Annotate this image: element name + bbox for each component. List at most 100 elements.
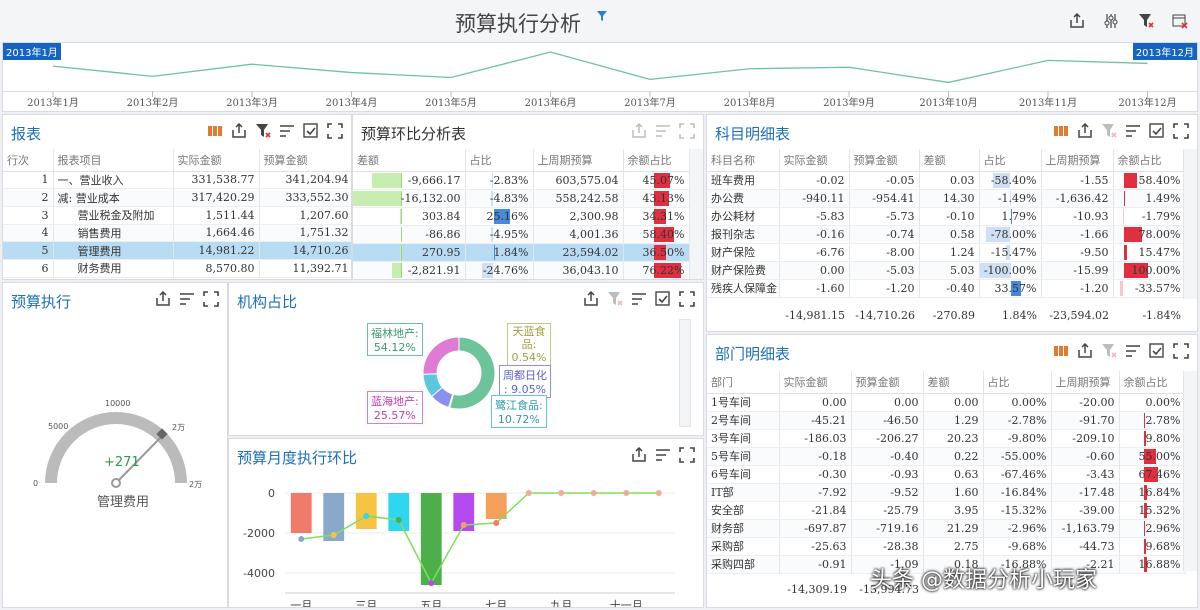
org-donut-chart <box>422 336 496 410</box>
text-filter-icon[interactable] <box>655 123 671 139</box>
column-header[interactable]: 报表项目 <box>53 149 174 172</box>
clear-filter-icon[interactable] <box>1138 13 1154 29</box>
check-icon[interactable] <box>1149 123 1165 139</box>
table-row[interactable]: 303.84 25.16% 2,300.98 34.31% <box>353 207 690 226</box>
clear-filter-icon[interactable] <box>1101 343 1117 359</box>
timeline-trend-line <box>52 51 1148 84</box>
column-header[interactable]: 实际金额 <box>779 149 850 172</box>
trend-point <box>363 513 370 519</box>
table-row[interactable]: 5号车间 -0.18 -0.40 0.22 -55.00% -0.60 55.00% <box>707 447 1186 466</box>
table-row[interactable]: 报刊杂志 -0.16 -0.74 0.58 -78.00% -1.66 78.00% <box>707 225 1186 244</box>
table-row[interactable]: IT部 -7.92 -9.52 1.60 -16.84% -17.48 16.84% <box>707 483 1186 502</box>
column-header[interactable]: 差额 <box>919 149 980 172</box>
check-icon[interactable] <box>303 123 319 139</box>
timeline-slider[interactable]: 2013年1月 2013年2月 2013年3月 2013年4月 2013年5月 2013年… <box>2 42 1198 112</box>
column-header[interactable]: 预算金额 <box>259 149 351 172</box>
table-row-selected[interactable]: 5 管理费用 14,981.22 14,710.26 <box>3 241 351 260</box>
export-icon[interactable] <box>1077 123 1093 139</box>
table-row[interactable]: -86.86 -4.95% 4,001.36 58.40% <box>353 225 690 244</box>
bar <box>388 493 410 531</box>
table-row[interactable]: 6 财务费用 8,570.80 11,392.71 <box>3 259 351 278</box>
column-header[interactable]: 预算金额 <box>849 149 920 172</box>
text-filter-icon[interactable] <box>1125 123 1141 139</box>
timeline-end-handle[interactable]: 2013年12月 <box>1132 43 1197 60</box>
check-icon[interactable] <box>1149 343 1165 359</box>
bar <box>485 493 507 519</box>
timeline-month-label: 2013年4月 <box>326 96 378 109</box>
fullscreen-icon[interactable] <box>1173 343 1189 359</box>
table-row[interactable]: -16,132.00 -4.83% 558,242.58 43.13% <box>353 189 690 208</box>
trend-point <box>623 490 630 496</box>
table-row[interactable]: 班车费用 -0.02 -0.05 0.03 -58.40% -1.55 58.40% <box>707 171 1186 190</box>
dept-title: 部门明细表 <box>715 345 791 363</box>
column-settings-icon[interactable] <box>1053 123 1069 139</box>
text-filter-icon[interactable] <box>279 123 295 139</box>
column-header[interactable]: 实际金额 <box>779 371 852 394</box>
settings-sliders-icon[interactable] <box>1103 13 1119 29</box>
vertical-scrollbar[interactable] <box>679 319 691 427</box>
vertical-scrollbar[interactable] <box>1183 371 1197 571</box>
clear-filter-icon[interactable] <box>1101 123 1117 139</box>
column-header[interactable]: 占比 <box>983 371 1052 394</box>
table-row[interactable]: 3 营业税金及附加 1,511.44 1,207.60 <box>3 206 351 225</box>
column-header[interactable]: 余额占比 <box>1119 371 1186 394</box>
filter-funnel-icon[interactable] <box>597 11 607 21</box>
column-header[interactable]: 差额 <box>923 371 984 394</box>
column-header[interactable]: 部门 <box>707 371 780 394</box>
timeline-month-label: 2013年3月 <box>226 96 278 109</box>
column-settings-icon[interactable] <box>207 123 223 139</box>
export-icon[interactable] <box>1077 343 1093 359</box>
table-row[interactable]: 采购部 -25.63 -28.38 2.75 -9.68% -44.73 9.68% <box>707 537 1186 556</box>
table-row-selected[interactable]: 270.95 1.84% 23,594.02 36.50% <box>353 243 690 262</box>
column-header[interactable]: 科目名称 <box>707 149 780 172</box>
gauge-chart <box>45 412 187 488</box>
timeline-start-handle[interactable]: 2013年1月 <box>3 43 61 60</box>
gauge-tick-10000: 10000 <box>105 399 131 408</box>
table-row[interactable]: -9,666.17 -2.83% 603,575.04 45.07% <box>353 171 690 190</box>
column-header[interactable]: 上周期预算 <box>1051 371 1120 394</box>
table-row[interactable]: 财产保险费 0.00 -5.03 5.03 -100.00% -15.99 100.00% <box>707 261 1186 280</box>
table-row[interactable]: 4 销售费用 1,664.46 1,751.32 <box>3 224 351 243</box>
column-header[interactable]: 上周期预算 <box>533 149 624 172</box>
fullscreen-icon[interactable] <box>1173 123 1189 139</box>
column-header[interactable]: 差额 <box>353 149 466 172</box>
column-header[interactable]: 余额占比 <box>1113 149 1186 172</box>
legend-label-lanhai: 蓝海地产: 25.57% <box>367 391 423 424</box>
column-header[interactable]: 占比 <box>979 149 1042 172</box>
text-filter-icon[interactable] <box>1125 343 1141 359</box>
vertical-scrollbar[interactable] <box>689 149 703 279</box>
column-header[interactable]: 实际金额 <box>173 149 260 172</box>
export-icon[interactable] <box>1069 13 1085 29</box>
table-row[interactable]: 1号车间 0.00 0.00 0.00 0.00% -20.00 0.00% <box>707 393 1186 412</box>
gauge-tick-max: 2万 <box>189 480 203 489</box>
fullscreen-icon[interactable] <box>679 123 695 139</box>
table-row[interactable]: -2,821.91 -24.76% 36,043.10 76.22% <box>353 261 690 279</box>
table-row[interactable]: 安全部 -21.84 -25.79 3.95 -15.32% -39.00 15.32% <box>707 501 1186 520</box>
column-settings-icon[interactable] <box>1053 343 1069 359</box>
clear-filter-icon[interactable] <box>255 123 271 139</box>
column-header[interactable]: 行次 <box>3 149 54 172</box>
table-row[interactable]: 残疾人保障金 -1.60 -1.20 -0.40 33.57% -1.20 -33.57% <box>707 279 1186 298</box>
bar <box>355 493 377 529</box>
table-row[interactable]: 1 一、营业收入 331,538.77 341,204.94 <box>3 171 351 190</box>
table-row[interactable]: 6号车间 -0.30 -0.93 0.63 -67.46% -3.43 67.46% <box>707 465 1186 484</box>
table-row[interactable]: 2号车间 -45.21 -46.50 1.29 -2.78% -91.70 2.78% <box>707 411 1186 430</box>
fullscreen-icon[interactable] <box>327 123 343 139</box>
column-header[interactable]: 占比 <box>465 149 534 172</box>
export-icon[interactable] <box>631 123 647 139</box>
table-row[interactable]: 办公费 -940.11 -954.41 14.30 -1.49% -1,636.42 1.4… <box>707 189 1186 208</box>
column-header[interactable]: 上周期预算 <box>1041 149 1114 172</box>
table-row[interactable]: 2 减: 营业成本 317,420.29 333,552.30 <box>3 188 351 207</box>
vertical-scrollbar[interactable] <box>1183 149 1197 299</box>
column-header[interactable]: 预算金额 <box>851 371 924 394</box>
export-icon[interactable] <box>231 123 247 139</box>
dept-table: 部门 实际金额 预算金额 差额 占比 上周期预算 余额占比 1号车间 0.00 0.… <box>707 371 1186 574</box>
column-header[interactable]: 余额占比 <box>623 149 690 172</box>
table-row[interactable]: 办公耗材 -5.83 -5.73 -0.10 1.79% -10.93 -1.79% <box>707 207 1186 226</box>
table-row[interactable]: 财务部 -697.87 -719.16 21.29 -2.96% -1,163.79 2.9… <box>707 519 1186 538</box>
gauge-arc <box>45 412 187 484</box>
table-row[interactable]: 3号车间 -186.03 -206.27 20.23 -9.80% -209.10 9.80… <box>707 429 1186 448</box>
report-table: 行次 报表项目 实际金额 预算金额 1 一、营业收入 331,538.77 341,2… <box>3 149 351 278</box>
calendar-reset-icon[interactable] <box>1172 13 1188 29</box>
table-row[interactable]: 财产保险 -6.76 -8.00 1.24 -15.47% -9.50 15.47% <box>707 243 1186 262</box>
